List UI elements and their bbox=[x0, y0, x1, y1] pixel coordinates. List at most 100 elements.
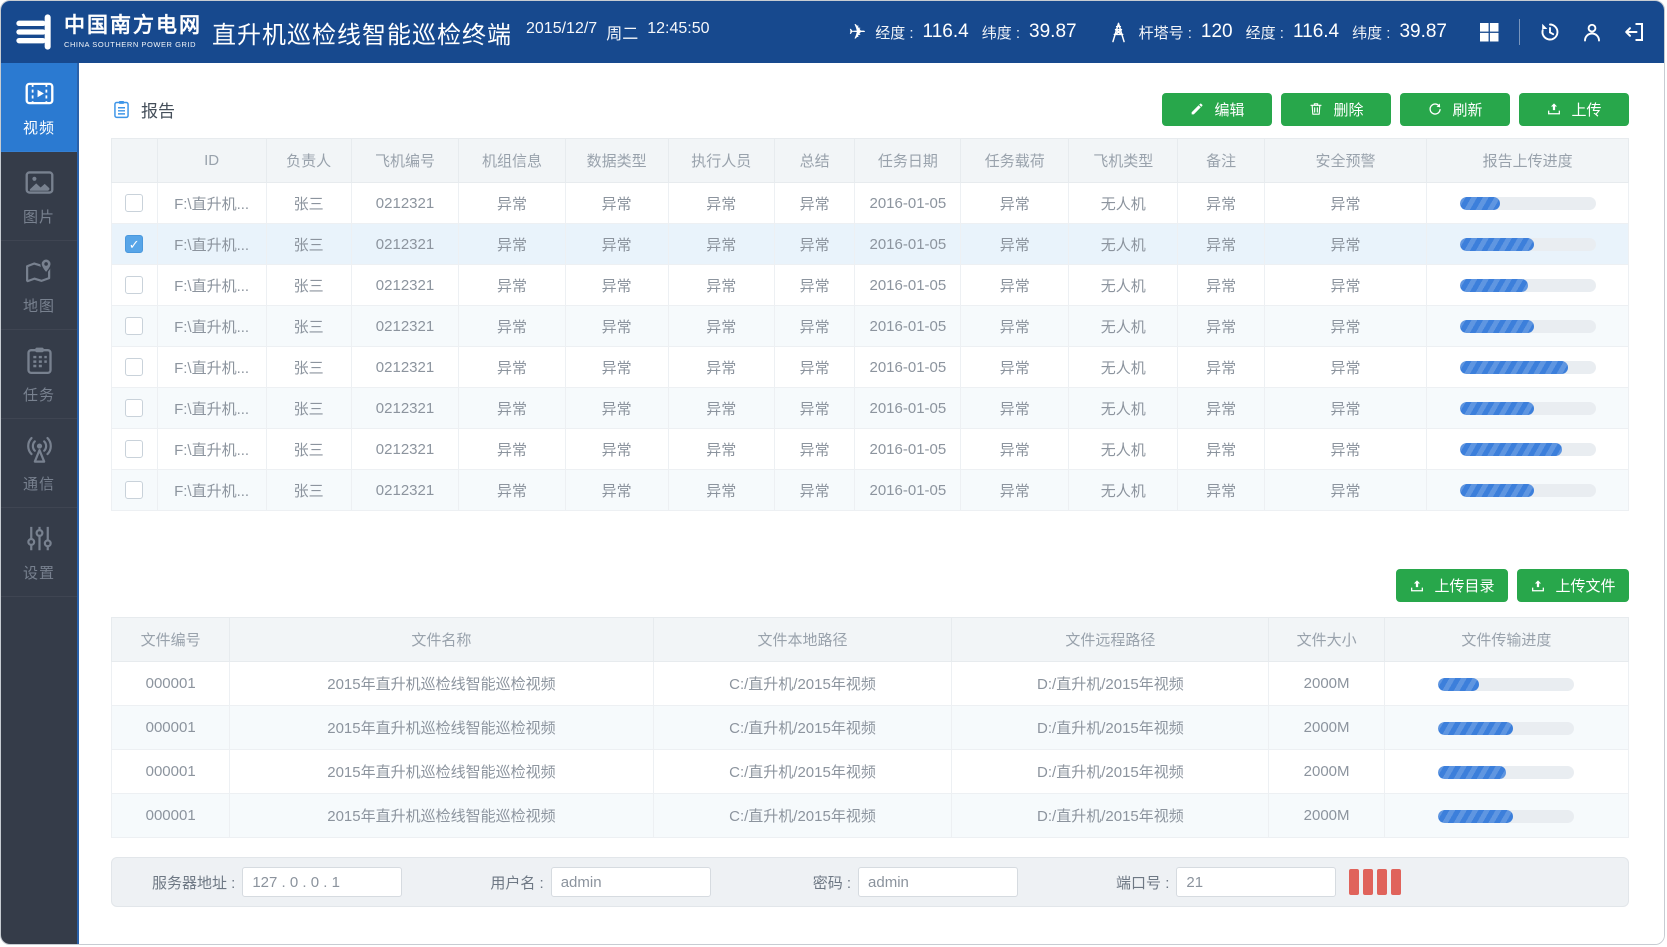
file-cell: D:/直升机/2015年视频 bbox=[952, 662, 1269, 706]
sidebar-item-video[interactable]: 视频 bbox=[1, 63, 77, 152]
top-header: 中国南方电网 CHINA SOUTHERN POWER GRID 直升机巡检线智… bbox=[1, 1, 1664, 63]
file-table-row[interactable]: 0000012015年直升机巡检线智能巡检视频C:/直升机/2015年视频D:/… bbox=[112, 750, 1629, 794]
server-address-input[interactable] bbox=[242, 867, 402, 897]
report-table-row[interactable]: F:\直升机...张三0212321异常异常异常异常2016-01-05异常无人… bbox=[112, 429, 1629, 470]
row-checkbox[interactable] bbox=[125, 194, 143, 212]
report-cell: 张三 bbox=[266, 183, 351, 224]
edit-button[interactable]: 编辑 bbox=[1162, 93, 1272, 126]
checkbox-cell bbox=[112, 347, 158, 388]
report-cell: 异常 bbox=[961, 183, 1069, 224]
file-cell: 000001 bbox=[112, 706, 230, 750]
report-cell: 张三 bbox=[266, 265, 351, 306]
sidebar-item-label: 设置 bbox=[23, 562, 55, 583]
tower-longitude-value: 116.4 bbox=[1293, 21, 1339, 43]
header-actions bbox=[1477, 19, 1646, 45]
upload-directory-button[interactable]: 上传目录 bbox=[1396, 569, 1508, 602]
page-title: 报告 bbox=[141, 97, 175, 122]
port-input[interactable] bbox=[1176, 867, 1336, 897]
user-button[interactable] bbox=[1580, 20, 1604, 44]
file-table-row[interactable]: 0000012015年直升机巡检线智能巡检视频C:/直升机/2015年视频D:/… bbox=[112, 794, 1629, 838]
sidebar-item-images[interactable]: 图片 bbox=[1, 152, 77, 241]
sidebar-item-communication[interactable]: 通信 bbox=[1, 419, 77, 508]
row-checkbox[interactable] bbox=[125, 358, 143, 376]
plane-icon: ✈ bbox=[849, 22, 867, 43]
delete-button[interactable]: 删除 bbox=[1281, 93, 1391, 126]
report-cell: 2016-01-05 bbox=[855, 470, 961, 511]
gps-stats: ✈经度 :116.4纬度 :39.87杆塔号 :120经度 :116.4纬度 :… bbox=[849, 21, 1451, 44]
signal-bar bbox=[1349, 869, 1359, 895]
progress-bar bbox=[1438, 810, 1574, 823]
report-cell: 张三 bbox=[266, 470, 351, 511]
report-upload-progress-cell bbox=[1427, 265, 1629, 306]
row-checkbox[interactable] bbox=[125, 481, 143, 499]
password-label: 密码 : bbox=[813, 872, 851, 893]
file-cell: 2000M bbox=[1269, 794, 1384, 838]
csg-logo-icon bbox=[15, 12, 55, 52]
button-label: 上传 bbox=[1571, 99, 1601, 120]
file-cell: 2015年直升机巡检线智能巡检视频 bbox=[230, 750, 653, 794]
report-table-row[interactable]: F:\直升机...张三0212321异常异常异常异常2016-01-05异常无人… bbox=[112, 388, 1629, 429]
file-table-row[interactable]: 0000012015年直升机巡检线智能巡检视频C:/直升机/2015年视频D:/… bbox=[112, 662, 1629, 706]
report-table-row[interactable]: F:\直升机...张三0212321异常异常异常异常2016-01-05异常无人… bbox=[112, 347, 1629, 388]
sidebar-item-tasks[interactable]: 任务 bbox=[1, 330, 77, 419]
app-title: 直升机巡检线智能巡检终端 bbox=[212, 15, 512, 50]
weekday: 周二 bbox=[606, 20, 638, 44]
main-content: 报告 编辑 删除 刷新 上传 ID负责人飞机编号机组信息数据类型执行人员总结任务日期任… bbox=[79, 63, 1664, 944]
progress-bar bbox=[1460, 484, 1596, 497]
report-cell: 0212321 bbox=[351, 388, 459, 429]
report-cell: 0212321 bbox=[351, 183, 459, 224]
checkbox-cell bbox=[112, 306, 158, 347]
report-table-row[interactable]: F:\直升机...张三0212321异常异常异常异常2016-01-05异常无人… bbox=[112, 306, 1629, 347]
file-table-row[interactable]: 0000012015年直升机巡检线智能巡检视频C:/直升机/2015年视频D:/… bbox=[112, 706, 1629, 750]
history-button[interactable] bbox=[1538, 20, 1562, 44]
connection-bar: 服务器地址 : 用户名 : 密码 : 端口号 : bbox=[111, 857, 1629, 907]
report-cell: 异常 bbox=[1264, 388, 1426, 429]
report-cell: F:\直升机... bbox=[157, 388, 266, 429]
column-header: 文件本地路径 bbox=[653, 618, 952, 662]
row-checkbox[interactable] bbox=[125, 399, 143, 417]
upload-button[interactable]: 上传 bbox=[1519, 93, 1629, 126]
report-table-header-row: ID负责人飞机编号机组信息数据类型执行人员总结任务日期任务载荷飞机类型备注安全预… bbox=[112, 139, 1629, 183]
row-checkbox[interactable] bbox=[125, 276, 143, 294]
logout-button[interactable] bbox=[1622, 20, 1646, 44]
tower-latitude-value: 39.87 bbox=[1399, 21, 1447, 43]
checkbox-cell bbox=[112, 429, 158, 470]
report-cell: 异常 bbox=[1178, 306, 1264, 347]
tower-number-value: 120 bbox=[1201, 21, 1233, 43]
report-table-row[interactable]: F:\直升机...张三0212321异常异常异常异常2016-01-05异常无人… bbox=[112, 183, 1629, 224]
csg-logo: 中国南方电网 CHINA SOUTHERN POWER GRID bbox=[15, 12, 202, 52]
report-cell: 异常 bbox=[774, 183, 854, 224]
report-cell: 异常 bbox=[565, 347, 668, 388]
row-checkbox[interactable] bbox=[125, 440, 143, 458]
windows-button[interactable] bbox=[1477, 20, 1501, 44]
report-cell: F:\直升机... bbox=[157, 183, 266, 224]
sidebar-item-settings[interactable]: 设置 bbox=[1, 508, 77, 597]
checkbox-cell bbox=[112, 265, 158, 306]
windows-icon bbox=[1477, 20, 1501, 44]
report-cell: 异常 bbox=[459, 347, 565, 388]
report-cell: F:\直升机... bbox=[157, 224, 266, 265]
row-checkbox[interactable] bbox=[125, 317, 143, 335]
report-table-row[interactable]: F:\直升机...张三0212321异常异常异常异常2016-01-05异常无人… bbox=[112, 470, 1629, 511]
progress-bar-fill bbox=[1460, 361, 1569, 374]
button-label: 上传目录 bbox=[1434, 575, 1494, 596]
report-cell: 异常 bbox=[565, 183, 668, 224]
row-checkbox[interactable]: ✓ bbox=[125, 235, 143, 253]
file-cell: 2015年直升机巡检线智能巡检视频 bbox=[230, 706, 653, 750]
progress-bar-fill bbox=[1438, 722, 1513, 735]
password-input[interactable] bbox=[858, 867, 1018, 897]
button-label: 删除 bbox=[1333, 99, 1363, 120]
sidebar-item-map[interactable]: 地图 bbox=[1, 241, 77, 330]
upload-file-button[interactable]: 上传文件 bbox=[1517, 569, 1629, 602]
button-label: 上传文件 bbox=[1555, 575, 1615, 596]
datetime: 2015/12/7 周二 12:45:50 bbox=[526, 20, 709, 44]
username-input[interactable] bbox=[551, 867, 711, 897]
video-icon bbox=[23, 77, 56, 110]
time: 12:45:50 bbox=[647, 20, 709, 44]
report-cell: 异常 bbox=[1178, 470, 1264, 511]
report-table-row[interactable]: F:\直升机...张三0212321异常异常异常异常2016-01-05异常无人… bbox=[112, 265, 1629, 306]
report-table-row[interactable]: ✓F:\直升机...张三0212321异常异常异常异常2016-01-05异常无… bbox=[112, 224, 1629, 265]
refresh-button[interactable]: 刷新 bbox=[1400, 93, 1510, 126]
file-cell: 000001 bbox=[112, 662, 230, 706]
report-actions: 编辑 删除 刷新 上传 bbox=[1162, 93, 1629, 126]
